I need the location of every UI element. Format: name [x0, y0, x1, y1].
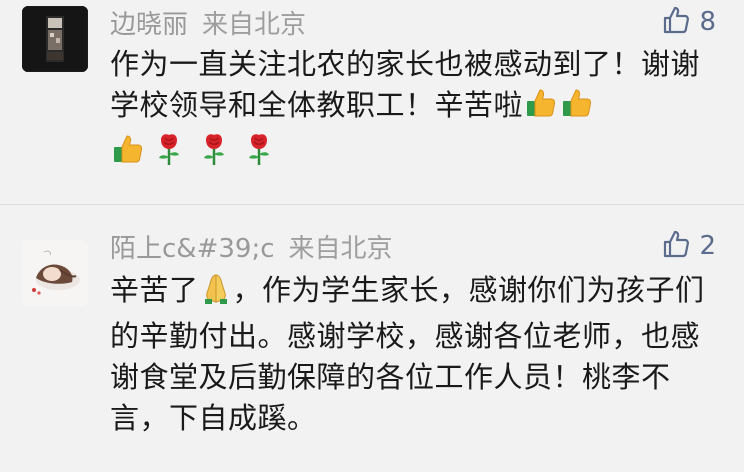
- like-count: 8: [699, 7, 716, 37]
- comment-item: 边晓丽 来自北京 8 作为一直关注北农的家长也被感动到了！谢谢学校领导和全体教职…: [0, 0, 744, 198]
- comment-meta: 边晓丽 来自北京: [110, 4, 306, 40]
- location-label: 来自北京: [288, 233, 393, 264]
- folded-hands-emoji-icon: [200, 271, 232, 316]
- location-label: 来自北京: [202, 9, 307, 40]
- thumbs-up-emoji-icon: [524, 86, 558, 131]
- comment-text: 作为一直关注北农的家长也被感动到了！谢谢学校领导和全体教职工！辛苦啦: [110, 44, 720, 177]
- thumbs-up-icon: [661, 229, 691, 263]
- comment-body: 作为一直关注北农的家长也被感动到了！谢谢学校领导和全体教职工！辛苦啦: [110, 47, 701, 122]
- comment-body-start: 辛苦了: [110, 273, 199, 307]
- like-button[interactable]: 2: [661, 228, 716, 264]
- rose-emoji-icon: [244, 132, 274, 177]
- thumbs-up-icon: [661, 5, 691, 39]
- username[interactable]: 陌上c&#39;c: [110, 228, 275, 265]
- like-button[interactable]: 8: [661, 4, 716, 40]
- thumbs-up-emoji-icon: [111, 132, 145, 177]
- rose-emoji-icon: [154, 132, 184, 177]
- comment-meta: 陌上c&#39;c 来自北京: [110, 228, 393, 264]
- comment-divider: [0, 204, 744, 205]
- avatar[interactable]: [22, 240, 88, 306]
- thumbs-up-emoji-icon: [560, 86, 594, 131]
- username[interactable]: 边晓丽: [110, 4, 188, 41]
- comment-text: 辛苦了 ，作为学生家长，感谢你们为孩子们的辛勤付出。感谢学校，感谢各位老师，也感谢…: [110, 270, 720, 439]
- like-count: 2: [699, 231, 716, 261]
- avatar[interactable]: [22, 6, 88, 72]
- comment-item: 陌上c&#39;c 来自北京 2 辛苦了 ，作为学生家长，感谢你们为孩子们的辛勤付…: [0, 212, 744, 472]
- rose-emoji-icon: [199, 132, 229, 177]
